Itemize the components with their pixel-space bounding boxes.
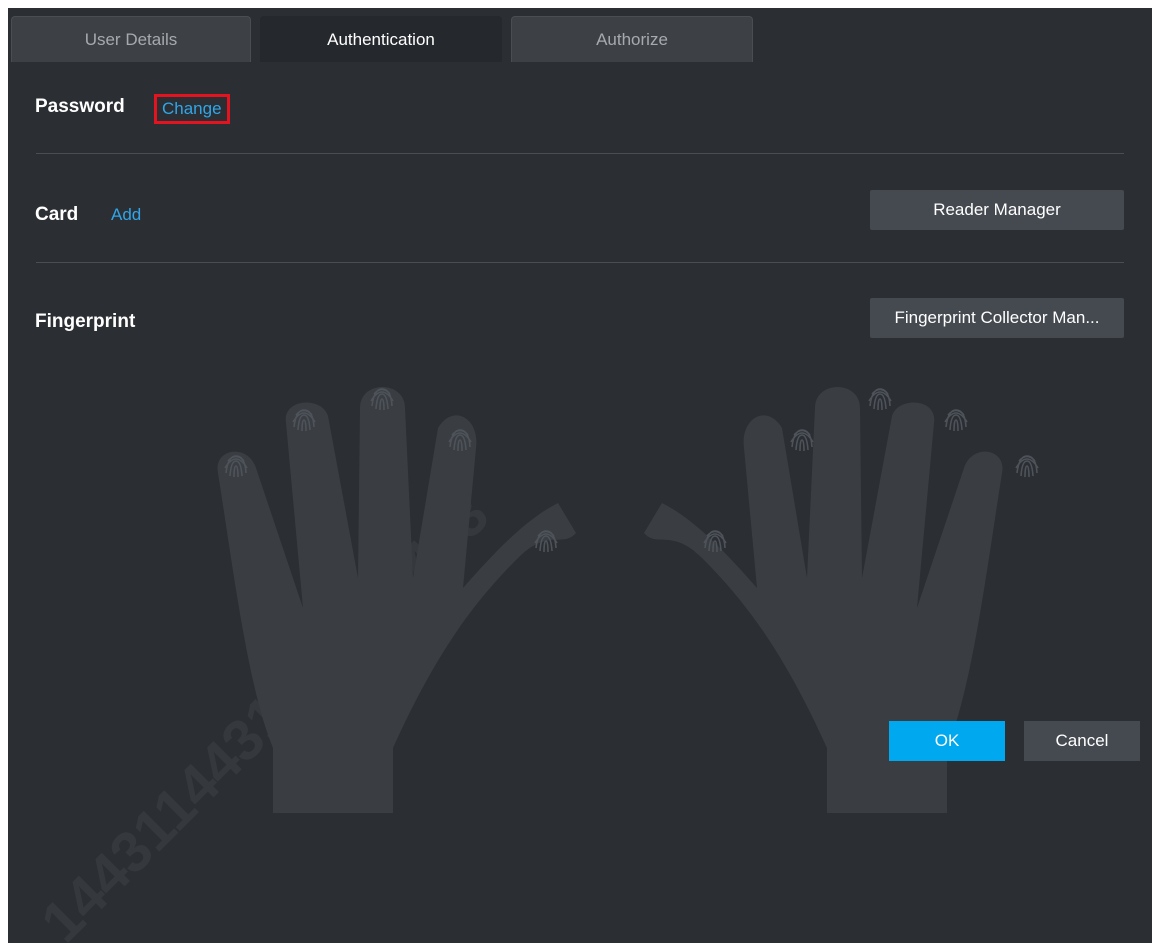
- hands-illustration: [217, 387, 1039, 813]
- cancel-button[interactable]: Cancel: [1024, 721, 1140, 761]
- authentication-dialog: 1443114431144311443 User Details Authent…: [8, 8, 1152, 943]
- ok-button[interactable]: OK: [889, 721, 1005, 761]
